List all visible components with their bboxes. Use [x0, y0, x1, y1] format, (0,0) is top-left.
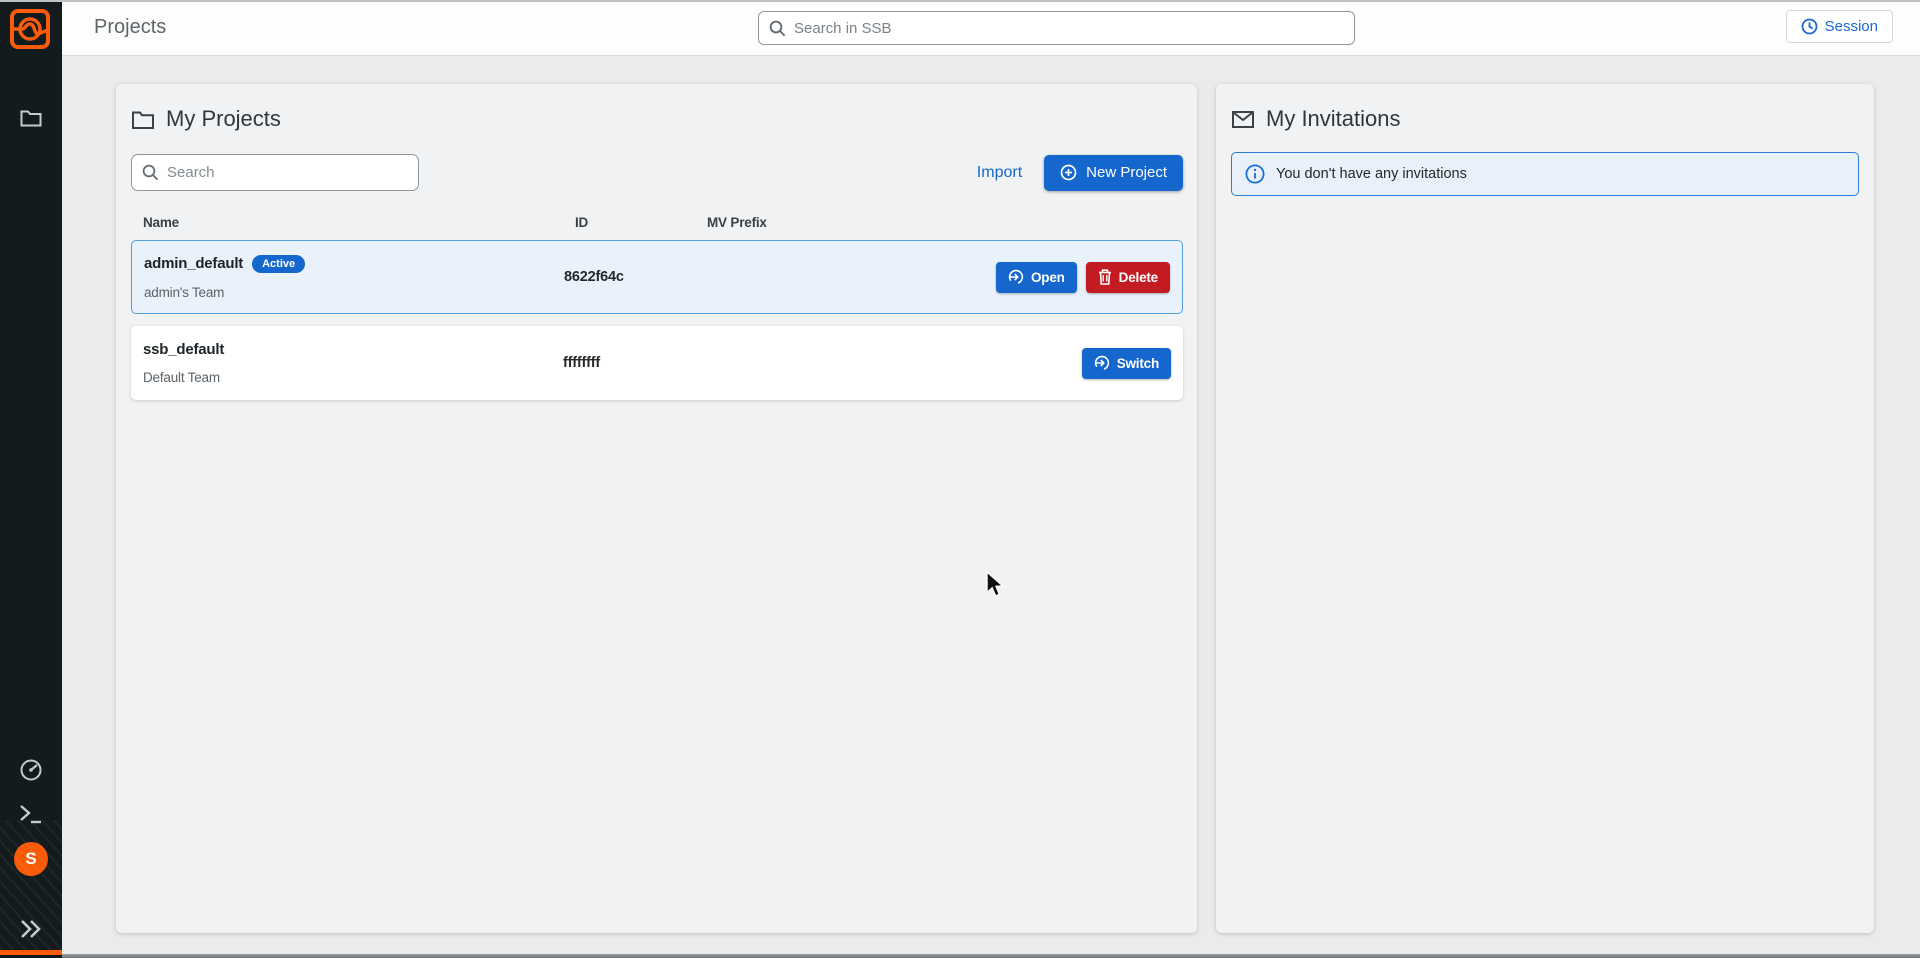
my-projects-header: My Projects: [116, 84, 1197, 138]
arrow-circle-right-icon: [1008, 269, 1024, 285]
projects-controls-row: Import New Project: [116, 138, 1197, 201]
plus-circle-icon: [1060, 164, 1077, 181]
column-id: ID: [575, 215, 707, 230]
info-icon: [1245, 164, 1265, 184]
envelope-icon: [1231, 110, 1255, 129]
projects-table-header: Name ID MV Prefix: [116, 201, 1197, 240]
gauge-icon: [19, 758, 43, 782]
active-badge: Active: [252, 255, 305, 273]
my-invitations-header: My Invitations: [1216, 84, 1874, 138]
search-icon: [769, 20, 786, 37]
column-actions: [1025, 215, 1185, 230]
projects-search-input[interactable]: [167, 164, 408, 181]
folder-icon: [131, 109, 155, 130]
project-name: ssb_default: [143, 341, 224, 358]
delete-button-label: Delete: [1119, 270, 1158, 285]
my-invitations-title: My Invitations: [1266, 106, 1401, 132]
folder-icon: [20, 108, 42, 127]
ssb-logo-icon: [9, 8, 51, 50]
session-button[interactable]: Session: [1786, 10, 1893, 43]
user-avatar[interactable]: S: [0, 841, 62, 877]
avatar-letter: S: [14, 842, 48, 876]
my-invitations-panel: My Invitations You don't have any invita…: [1216, 84, 1874, 933]
sidebar-item-projects[interactable]: [0, 102, 62, 132]
trash-icon: [1098, 269, 1112, 285]
global-search[interactable]: [758, 11, 1355, 45]
project-actions: Open Delete: [996, 262, 1170, 293]
app-logo[interactable]: [8, 7, 52, 51]
global-search-input[interactable]: [794, 20, 1344, 37]
sidebar-item-console[interactable]: [0, 799, 62, 829]
project-id: 8622f64c: [564, 269, 696, 285]
project-name: admin_default: [144, 255, 243, 272]
new-project-label: New Project: [1086, 164, 1167, 181]
column-name: Name: [143, 215, 575, 230]
my-projects-panel: My Projects Import New Project Name ID M…: [116, 84, 1197, 933]
project-name-cell: ssb_default Default Team: [143, 341, 563, 385]
terminal-icon: [19, 804, 43, 824]
sidebar-item-monitoring[interactable]: [0, 755, 62, 785]
topbar: Projects Session: [62, 0, 1920, 56]
projects-search[interactable]: [131, 154, 419, 191]
switch-button-label: Switch: [1117, 356, 1159, 371]
open-button-label: Open: [1031, 270, 1065, 285]
new-project-button[interactable]: New Project: [1044, 155, 1183, 191]
window-bottom-edge: [62, 954, 1920, 958]
import-link[interactable]: Import: [977, 164, 1022, 182]
project-row-admin-default[interactable]: admin_default Active admin's Team 8622f6…: [131, 240, 1183, 314]
window-top-edge: [0, 0, 1920, 2]
project-id: ffffffff: [563, 355, 695, 371]
column-mv-prefix: MV Prefix: [707, 215, 1025, 230]
open-button[interactable]: Open: [996, 262, 1077, 293]
no-invitations-message: You don't have any invitations: [1276, 166, 1467, 182]
switch-button[interactable]: Switch: [1082, 348, 1171, 379]
project-team: Default Team: [143, 370, 563, 385]
project-row-ssb-default[interactable]: ssb_default Default Team ffffffff Switch: [131, 326, 1183, 400]
my-projects-title: My Projects: [166, 106, 281, 132]
double-chevron-right-icon: [18, 917, 44, 941]
page-title: Projects: [94, 16, 166, 39]
session-button-label: Session: [1825, 18, 1878, 35]
no-invitations-alert: You don't have any invitations: [1231, 152, 1859, 196]
clock-icon: [1801, 18, 1818, 35]
project-name-cell: admin_default Active admin's Team: [144, 255, 564, 300]
project-actions: Switch: [1082, 348, 1171, 379]
arrow-circle-right-icon: [1094, 355, 1110, 371]
project-team: admin's Team: [144, 285, 564, 300]
sidebar: S: [0, 0, 62, 958]
sidebar-expand-button[interactable]: [0, 912, 62, 946]
search-icon: [142, 164, 159, 181]
delete-button[interactable]: Delete: [1086, 262, 1170, 293]
